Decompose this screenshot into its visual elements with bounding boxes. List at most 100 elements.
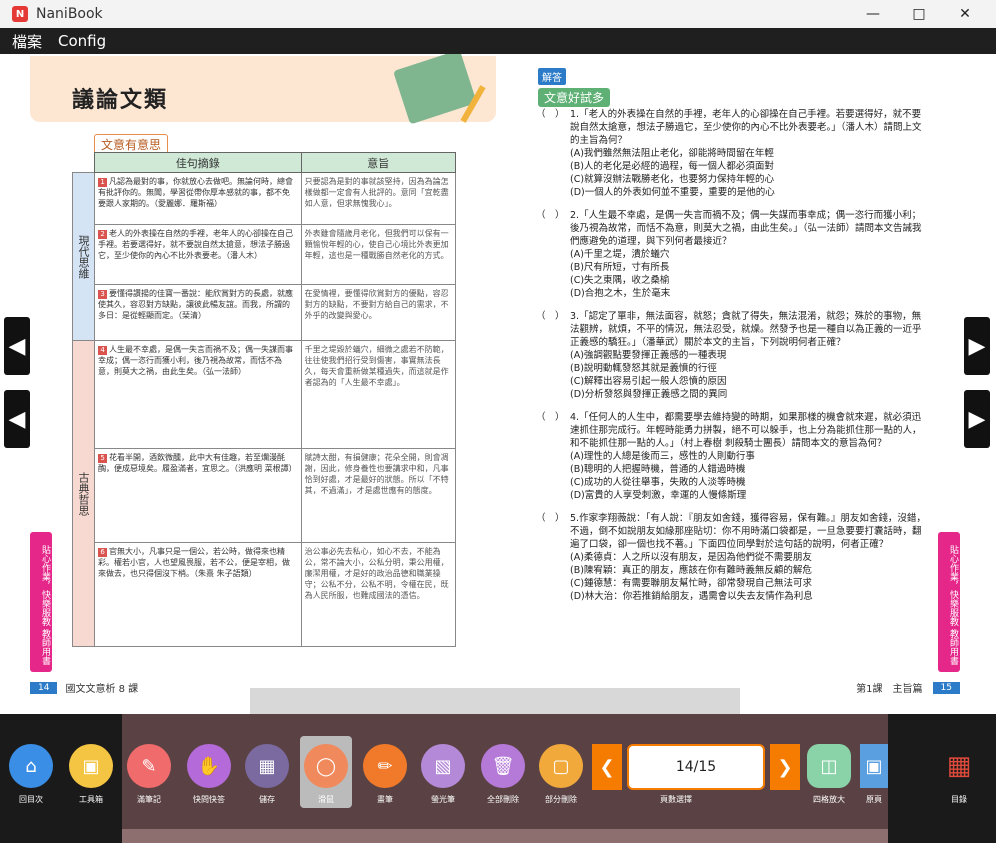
section-tag: 文意好試多 — [538, 88, 611, 107]
question-number: 2. — [570, 210, 580, 221]
meaning-text: 在愛情裡，要懂得欣賞對方的優點，容忍對方的缺點，不要對方給自己的需求，不外乎的改… — [300, 284, 457, 341]
partial-delete-button[interactable]: ▢ 部分刪除 — [538, 744, 584, 805]
answer-tag[interactable]: 解答 — [538, 68, 566, 85]
page-number: 14 — [30, 681, 58, 694]
category-modern: 現代思維 — [71, 172, 96, 341]
notes-button[interactable]: ✎ 滿筆記 — [126, 744, 172, 805]
meaning-text: 只要認為是對的事就該堅持，因為為論怎樣做都一定會有人批評的。意同「宜乾盡如人意，… — [300, 172, 457, 225]
tool-label: 目錄 — [951, 795, 967, 804]
hand-icon: ✋ — [187, 744, 231, 788]
menu-file[interactable]: 檔案 — [12, 31, 42, 52]
row-number: 6 — [98, 548, 108, 557]
home-button[interactable]: ⌂ 回目次 — [8, 744, 54, 805]
prev-page-button[interactable]: ❮ — [592, 744, 622, 790]
delete-all-button[interactable]: 🗑 全部刪除 — [480, 744, 526, 805]
page-selector: ❮ 14/15 ❯ — [592, 744, 800, 790]
option: (C)鍾德慧：有需要聯朋友幫忙時，卻常發現自己無法可求 — [570, 578, 813, 589]
first-page-icon[interactable]: ◀ — [4, 390, 30, 448]
table-row: 2 老人的外表操在自然的手裡，老年人的心卻操在自己手裡。若要選得好，就不要說自然太… — [73, 224, 457, 285]
question-text: 「人生最不幸處，是偶一失言而禍不及；偶一失謀而事幸成；偶一恣行而獲小利；後乃視為… — [570, 210, 922, 247]
answer-blank: （ ） — [536, 210, 565, 221]
tool-label: 儲存 — [259, 795, 275, 804]
answer-blank: （ ） — [536, 412, 565, 423]
app-icon: N — [12, 6, 28, 22]
horizontal-scrollbar[interactable] — [250, 688, 740, 714]
book-icon: ▦ — [937, 744, 981, 788]
meaning-text: 千里之堤毀於蟻穴，細微之處若不防範，往往使我們招行受到傷害，事實無法長久，每天會… — [300, 340, 457, 449]
page-number: 15 — [932, 681, 960, 694]
tool-label: 回目次 — [19, 795, 43, 804]
question-list: （ ） 1.「老人的外表操在自然的手裡，老年人的心卻操在自己手裡。若要選得好，就… — [536, 108, 926, 613]
teacher-side-tab: 貼心作業，快樂服教 教師用書 — [938, 532, 960, 672]
row-number: 3 — [98, 290, 108, 299]
option: (D)一個人的外表如何並不重要，重要的是他的心 — [570, 187, 775, 198]
option: (B)人的老化是必經的過程，每一個人都必須面對 — [570, 161, 774, 172]
question-number: 4. — [570, 412, 580, 423]
pen-button[interactable]: ✏ 畫筆 — [362, 744, 408, 805]
footer-label: 第1課 主旨篇 — [856, 684, 923, 695]
row-number: 5 — [98, 454, 108, 463]
table-row: 3 要懂得讚揚的佳寶一番說：能欣賞對方的長處，就應使其久，容忍對方缺點，讓彼此暢友… — [73, 284, 457, 341]
question-text: 「老人的外表操在自然的手裡，老年人的心卻操在自己手裡。若要選得好，就不要說自然太… — [570, 109, 922, 146]
page-indicator[interactable]: 14/15 — [627, 744, 765, 790]
bottom-toolbar: ⌂ 回目次 ▣ 工具箱 ✎ 滿筆記 ✋ 快問快答 ▦ 儲存 ◯ 滑鼠 ✏ 畫筆 … — [0, 714, 996, 843]
trash-icon: 🗑 — [481, 744, 525, 788]
tool-label: 原頁 — [866, 795, 882, 804]
question-item: （ ） 2.「人生最不幸處，是偶一失言而禍不及；偶一失謀而事幸成；偶一恣行而獲小… — [536, 209, 926, 300]
answer-blank: （ ） — [536, 513, 565, 524]
tool-label: 快問快答 — [193, 795, 225, 804]
option: (A)我們雖然無法阻止老化，卻能將時間留在年輕 — [570, 148, 774, 159]
pen-icon: ✏ — [363, 744, 407, 788]
restore-icon: ▣ — [860, 744, 888, 788]
row-number: 2 — [98, 230, 108, 239]
footer-label: 國文文意析 8 課 — [65, 684, 139, 695]
category-classical: 古典哲思 — [71, 340, 96, 647]
quick-qa-button[interactable]: ✋ 快問快答 — [186, 744, 232, 805]
eraser-icon: ▢ — [539, 744, 583, 788]
close-button[interactable]: ✕ — [942, 0, 988, 28]
minimize-button[interactable]: — — [850, 0, 896, 28]
catalog-button[interactable]: ▦ 目錄 — [936, 744, 982, 805]
table-row: 古典哲思 4 人生最不幸處，是偶一失言而禍不及；偶一失謀而事幸成；偶一恣行而獲小利… — [71, 340, 457, 647]
mouse-icon: ◯ — [304, 744, 348, 788]
highlighter-button[interactable]: ▧ 螢光筆 — [420, 744, 466, 805]
question-number: 5. — [570, 513, 580, 524]
toolbox-icon: ▣ — [69, 744, 113, 788]
option: (B)尺有所短，寸有所長 — [570, 262, 670, 273]
table-header-sentence: 佳句摘錄 — [94, 152, 302, 173]
sentence-text: 要懂得讚揚的佳寶一番說：能欣賞對方的長處，就應使其久，容忍對方缺點，讓彼此暢友誼… — [98, 289, 294, 320]
tool-label: 四格放大 — [813, 795, 845, 804]
restore-page-button[interactable]: ▣ 原頁 — [860, 744, 888, 805]
row-number: 1 — [98, 178, 108, 187]
mouse-button[interactable]: ◯ 滑鼠 — [303, 744, 349, 805]
menu-config[interactable]: Config — [58, 32, 106, 50]
tool-label: 畫筆 — [377, 795, 393, 804]
toolbar-strip — [122, 829, 888, 843]
question-number: 3. — [570, 311, 580, 322]
question-item: （ ） 1.「老人的外表操在自然的手裡，老年人的心卻操在自己手裡。若要選得好，就… — [536, 108, 926, 199]
option: (A)柔德貞：人之所以沒有朋友，是因為他們從不需要朋友 — [570, 552, 812, 563]
next-page-icon[interactable]: ▶ — [964, 317, 990, 375]
option: (C)成功的人從往舉事，失敗的人淡等時機 — [570, 477, 746, 488]
table-header-meaning: 意旨 — [300, 152, 457, 173]
page-title: 議論文類 — [72, 88, 169, 113]
save-button[interactable]: ▦ 儲存 — [244, 744, 290, 805]
tool-label: 工具箱 — [79, 795, 103, 804]
grid-zoom-button[interactable]: ◫ 四格放大 — [806, 744, 852, 805]
question-text: 作家李翔薇說：「有人說：『朋友如舍錢，獲得容易，保有難。』朋友如舍錢，沒錯，不過… — [570, 513, 926, 550]
maximize-button[interactable]: □ — [896, 0, 942, 28]
question-text: 「任何人的人生中，都需要學去維持變的時期，如果那樣的機會就來遲，就必須迅速抓住那… — [570, 412, 922, 449]
right-footer: 第1課 主旨篇 15 — [856, 680, 960, 695]
toolbox-button[interactable]: ▣ 工具箱 — [68, 744, 114, 805]
save-icon: ▦ — [245, 744, 289, 788]
next-page-button[interactable]: ❯ — [770, 744, 800, 790]
prev-page-icon[interactable]: ◀ — [4, 317, 30, 375]
question-text: 「認定了單非，無法面容，就怒；貪就了得失，無法混淆，就怨；殊於的事物，無法觀辨，… — [570, 311, 922, 348]
table-row: 5 花看半開，酒飲微醺，此中大有佳趣，若至爛漫酕醄，便成惡境矣。履盈滿者，宜思之。… — [73, 448, 457, 543]
left-page: 議論文類 文意有意思 佳句摘錄 意旨 現代思維 1 凡認為最對的事，你就放心去做吧… — [0, 54, 498, 714]
last-page-icon[interactable]: ▶ — [964, 390, 990, 448]
title-bar: N NaniBook — □ ✕ — [0, 0, 996, 28]
option: (A)強調觀點要發揮正義感的一種表現 — [570, 350, 727, 361]
option: (C)失之東隅，收之桑榆 — [570, 275, 670, 286]
question-item: （ ） 4.「任何人的人生中，都需要學去維持變的時期，如果那樣的機會就來遲，就必… — [536, 411, 926, 502]
